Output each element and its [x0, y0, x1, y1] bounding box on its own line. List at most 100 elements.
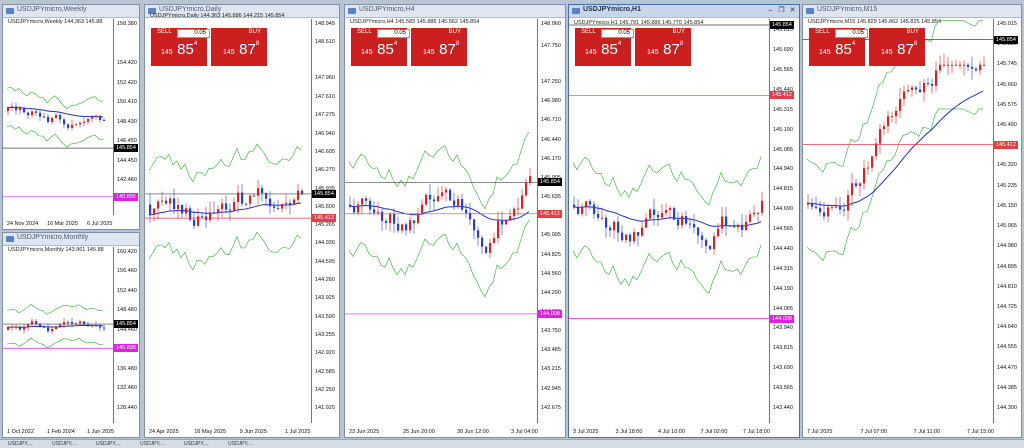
sell-label: SELL: [157, 29, 172, 35]
lot-size-input[interactable]: 0.05: [177, 29, 210, 38]
buy-button[interactable]: BUY 145 878: [869, 28, 925, 66]
price-tick-label: 145.320: [997, 162, 1017, 169]
window-titlebar[interactable]: USDJPYmicro,H1 – ❐ ✕: [569, 5, 799, 18]
window-tab[interactable]: USDJPY,...: [48, 440, 81, 448]
candle-body: [585, 201, 588, 207]
candle-body: [863, 168, 866, 184]
buy-button[interactable]: BUY 145 878: [635, 28, 691, 66]
price-tick-label: 146.710: [541, 117, 561, 124]
lot-size-input[interactable]: 0.05: [377, 29, 410, 38]
candle-body: [493, 238, 496, 243]
price-tick-label: 147.610: [315, 93, 335, 100]
chart-icon: [6, 236, 14, 242]
restore-icon[interactable]: ❐: [777, 7, 786, 15]
candle-body: [819, 207, 822, 213]
candle-body: [11, 326, 14, 328]
candle-body: [51, 329, 54, 332]
window-titlebar[interactable]: USDJPYmicro,Monthly: [3, 233, 139, 246]
candle-body: [509, 216, 512, 221]
price-tick-label: 145.190: [773, 126, 793, 133]
candle-body: [649, 209, 652, 219]
window-tab[interactable]: USDJPY,...: [92, 440, 125, 448]
price-tick-label: 142.460: [117, 177, 137, 184]
candle-body: [665, 210, 668, 213]
candle-body: [35, 321, 38, 324]
price-tick-label: 146.270: [315, 167, 335, 174]
window-titlebar[interactable]: USDJPYmicro,Weekly: [3, 5, 139, 18]
candle-body: [697, 227, 700, 236]
candle-body: [967, 64, 970, 67]
monthly-chart-window[interactable]: USDJPYmicro,Monthly USDJPYmicro,Monthly …: [2, 232, 140, 438]
price-tick-label: 128.440: [117, 405, 137, 411]
lot-size-input[interactable]: 0.05: [835, 29, 868, 38]
chart-icon: [6, 8, 14, 14]
price-tick-label: 144.595: [315, 258, 335, 265]
minimize-icon[interactable]: –: [766, 7, 775, 15]
current-price-tag: 145.854: [994, 35, 1018, 44]
price-chart[interactable]: [3, 19, 113, 215]
price-tick-label: 144.560: [541, 270, 561, 277]
price-chart[interactable]: [3, 247, 113, 423]
weekly-chart-window[interactable]: USDJPYmicro,Weekly USDJPYmicro,Weekly 14…: [2, 4, 140, 230]
m15-chart-window[interactable]: USDJPYmicro,M15 USDJPYmicro,M15 145.829 …: [802, 4, 1022, 438]
h1-chart-window[interactable]: USDJPYmicro,H1 – ❐ ✕ USDJPYmicro,H1 145.…: [568, 4, 800, 438]
price-chart[interactable]: [345, 19, 537, 423]
price-tick-label: 160.420: [117, 249, 137, 255]
buy-button[interactable]: BUY 145 878: [411, 28, 467, 66]
candle-body: [441, 192, 444, 197]
bollinger-band: [6, 125, 104, 148]
candle-body: [225, 203, 228, 210]
price-chart[interactable]: [803, 19, 993, 423]
close-icon[interactable]: ✕: [788, 7, 797, 15]
price-tick-label: 143.925: [315, 295, 335, 302]
candle-body: [209, 212, 212, 221]
window-title: USDJPYmicro,H4: [359, 6, 415, 13]
window-tab[interactable]: USDJPY,...: [136, 440, 169, 448]
candle-body: [15, 326, 18, 328]
chart-tabs-bar: USDJPY,... USDJPY,... USDJPY,... USDJPY,...…: [0, 439, 1024, 448]
candle-body: [971, 66, 974, 69]
candle-body: [353, 206, 356, 213]
time-axis-label: 7 Jul 18:00: [743, 429, 770, 435]
candle-body: [429, 194, 432, 200]
candle-body: [99, 115, 102, 120]
lot-size-input[interactable]: 0.05: [601, 29, 634, 38]
candle-body: [369, 200, 372, 210]
candle-body: [757, 212, 760, 214]
price-tick-label: 144.930: [315, 240, 335, 247]
h4-chart-window[interactable]: USDJPYmicro,H4 USDJPYmicro,H4 145.583 14…: [344, 4, 566, 438]
price-tick-label: 146.605: [315, 148, 335, 155]
window-tab[interactable]: USDJPY,...: [224, 440, 257, 448]
price-tick-label: 143.485: [541, 347, 561, 354]
candle-body: [169, 198, 172, 204]
bollinger-band: [6, 86, 104, 110]
price-tick-label: 144.825: [541, 251, 561, 258]
candle-body: [979, 64, 982, 71]
price-chart[interactable]: [569, 19, 769, 423]
candle-body: [55, 114, 58, 118]
daily-chart-window[interactable]: USDJPYmicro,Daily USDJPYmicro,Daily 144.…: [144, 4, 340, 438]
window-tab[interactable]: USDJPY,...: [4, 440, 37, 448]
candle-body: [165, 200, 168, 204]
buy-label: BUY: [906, 29, 919, 35]
price-chart[interactable]: [145, 19, 311, 423]
candle-body: [689, 223, 692, 225]
window-title: USDJPYmicro,H1: [583, 6, 641, 13]
price-axis: 145.854145.815145.690145.565145.440145.3…: [769, 19, 794, 423]
window-titlebar[interactable]: USDJPYmicro,H4: [345, 5, 565, 18]
level-price-tag: 144.008: [538, 309, 562, 318]
candle-body: [911, 87, 914, 90]
time-axis-label: 1 Feb 2024: [47, 429, 75, 435]
bollinger-band: [6, 304, 104, 315]
one-click-trading-panel: SELL 145 854 0.05 BUY 145 878: [809, 28, 925, 66]
buy-button[interactable]: BUY 145 878: [211, 28, 267, 66]
candle-body: [847, 195, 850, 211]
candle-body: [397, 223, 400, 231]
window-tab[interactable]: USDJPY,...: [180, 440, 213, 448]
window-titlebar[interactable]: USDJPYmicro,M15: [803, 5, 1021, 18]
price-tick-label: 144.565: [773, 226, 793, 233]
candle-body: [485, 246, 488, 253]
candle-body: [95, 115, 98, 118]
price-tick-label: 145.490: [997, 122, 1017, 129]
candle-body: [737, 224, 740, 228]
